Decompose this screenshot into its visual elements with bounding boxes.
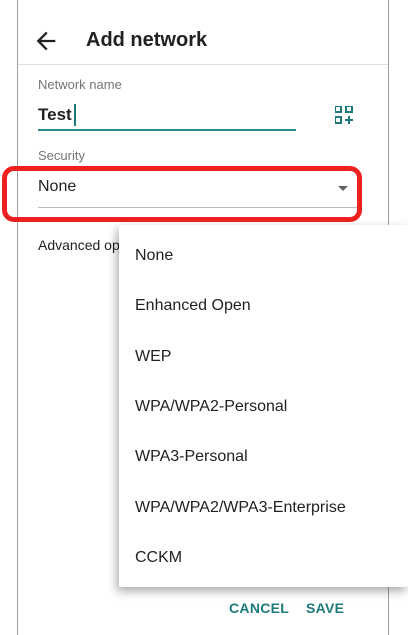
security-selected-value: None [38, 178, 77, 195]
page-title: Add network [86, 29, 208, 51]
menu-item-label: CCKM [135, 549, 183, 566]
menu-item-none[interactable]: None [119, 225, 408, 275]
advanced-options-label[interactable]: Advanced opti [38, 237, 127, 253]
dialog-header: Add network [18, 0, 388, 80]
security-label: Security [38, 148, 85, 163]
dialog-actions: CANCEL SAVE [18, 600, 388, 630]
save-button[interactable]: SAVE [306, 600, 344, 616]
menu-item-wpa3-personal[interactable]: WPA3-Personal [119, 426, 408, 476]
menu-item-label: None [135, 247, 174, 264]
menu-item-label: WPA/WPA2/WPA3-Enterprise [135, 499, 346, 516]
menu-item-label: WPA/WPA2-Personal [135, 398, 288, 415]
security-dropdown-menu: None Enhanced Open WEP WPA/WPA2-Personal… [119, 225, 408, 587]
cancel-button[interactable]: CANCEL [229, 600, 289, 616]
menu-item-label: WPA3-Personal [135, 448, 248, 465]
menu-item-wep[interactable]: WEP [119, 326, 408, 376]
header-divider [18, 64, 388, 65]
menu-item-enterprise[interactable]: WPA/WPA2/WPA3-Enterprise [119, 477, 408, 527]
text-cursor [74, 104, 76, 126]
menu-item-enhanced-open[interactable]: Enhanced Open [119, 275, 408, 325]
security-underline [38, 207, 358, 208]
menu-item-label: WEP [135, 348, 172, 365]
qr-code-scan-icon[interactable] [335, 106, 353, 124]
menu-item-label: Enhanced Open [135, 297, 251, 314]
menu-item-cckm[interactable]: CCKM [119, 527, 408, 577]
network-name-label: Network name [38, 77, 122, 92]
menu-item-wpa-wpa2-personal[interactable]: WPA/WPA2-Personal [119, 376, 408, 426]
triangle-down-icon[interactable] [338, 186, 348, 191]
arrow-left-icon[interactable] [32, 27, 60, 55]
network-name-input[interactable] [38, 101, 296, 131]
